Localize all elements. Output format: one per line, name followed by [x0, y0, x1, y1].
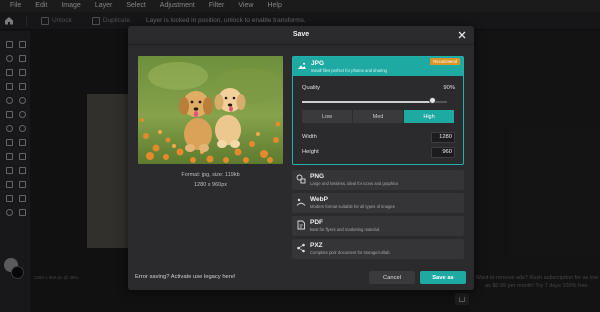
preset-low-button[interactable]: Low [302, 110, 352, 123]
preset-med-button[interactable]: Med [353, 110, 403, 123]
share-icon [297, 243, 305, 253]
quality-label: Quality [302, 85, 321, 91]
format-jpg-header[interactable]: JPG Small files perfect for photos and s… [293, 57, 463, 76]
quality-slider-thumb[interactable] [428, 97, 436, 104]
format-png-desc: Large and lossless, ideal for icons and … [310, 181, 399, 186]
height-label: Height [302, 149, 319, 155]
preset-high-button[interactable]: High [404, 110, 454, 123]
format-pxz-desc: Complete pixlr document for storage/coll… [310, 250, 390, 255]
cancel-button[interactable]: Cancel [369, 271, 415, 284]
preview-image [138, 56, 283, 164]
height-input[interactable]: 960 [431, 147, 455, 158]
width-input[interactable]: 1280 [431, 132, 455, 143]
format-pxz-name: PXZ [310, 242, 323, 249]
pdf-icon [297, 220, 305, 230]
recommend-badge: Recommend [430, 58, 460, 65]
preview-format-size: Format: jpg, size: 119kb [181, 172, 240, 178]
preview-dimensions: 1280 x 960px [193, 182, 228, 188]
format-webp-desc: Modern format suitable for all types of … [310, 204, 395, 209]
format-option-pdf[interactable]: PDF Best for flyers and marketing materi… [292, 216, 464, 236]
format-jpg-name: JPG [311, 60, 325, 67]
shapes-icon [296, 174, 306, 184]
format-pdf-name: PDF [310, 219, 323, 226]
format-option-jpg[interactable]: JPG Small files perfect for photos and s… [292, 56, 464, 165]
close-icon[interactable] [458, 31, 466, 39]
save-dialog: Save Format: jpg, size: 119kb 1280 x 960… [128, 26, 474, 290]
legacy-save-link[interactable]: Error saving? Activate use legacy here! [135, 274, 236, 280]
format-jpg-desc: Small files perfect for photos and shari… [311, 68, 387, 73]
quality-value: 90% [443, 85, 455, 91]
format-pdf-desc: Best for flyers and marketing material [310, 227, 380, 232]
quality-slider-track[interactable] [302, 101, 447, 103]
preview-info: Format: jpg, size: 119kb 1280 x 960px [138, 170, 283, 190]
dialog-header: Save [128, 26, 474, 45]
dialog-title: Save [292, 31, 310, 38]
save-as-button[interactable]: Save as [420, 271, 466, 284]
format-option-pxz[interactable]: PXZ Complete pixlr document for storage/… [292, 239, 464, 259]
format-option-png[interactable]: PNG Large and lossless, ideal for icons … [292, 170, 464, 190]
quality-slider-fill [302, 101, 433, 103]
format-webp-name: WebP [310, 196, 328, 203]
width-label: Width [302, 134, 317, 140]
format-png-name: PNG [310, 173, 325, 180]
webp-icon [296, 198, 306, 206]
image-icon [298, 62, 306, 69]
format-option-webp[interactable]: WebP Modern format suitable for all type… [292, 193, 464, 213]
